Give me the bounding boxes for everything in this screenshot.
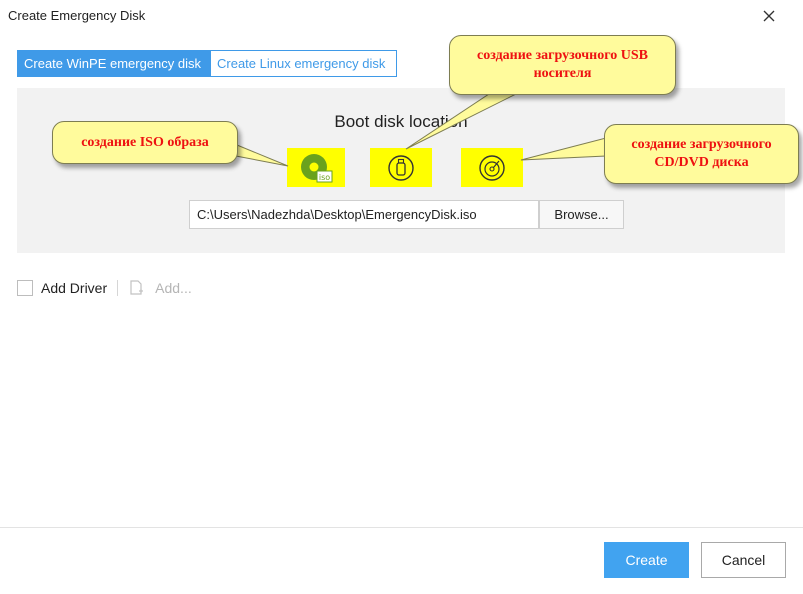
callout-usb-line2: носителя bbox=[533, 66, 592, 81]
add-driver-checkbox[interactable] bbox=[17, 280, 33, 296]
iso-badge-text: iso bbox=[319, 173, 330, 182]
cd-dvd-disc-icon bbox=[479, 154, 505, 181]
iso-disc-icon: iso bbox=[301, 153, 333, 182]
callout-usb: создание загрузочного USB носителя bbox=[449, 35, 676, 95]
callout-iso: создание ISO образа bbox=[52, 121, 238, 164]
tab-linux[interactable]: Create Linux emergency disk bbox=[211, 50, 397, 77]
browse-button[interactable]: Browse... bbox=[539, 200, 624, 229]
separator bbox=[117, 280, 119, 296]
usb-option-button[interactable] bbox=[370, 148, 432, 187]
footer-divider bbox=[0, 527, 803, 528]
callout-cd: создание загрузочного CD/DVD диска bbox=[604, 124, 799, 184]
boot-path-input[interactable] bbox=[189, 200, 539, 229]
create-button[interactable]: Create bbox=[604, 542, 689, 578]
tab-winpe[interactable]: Create WinPE emergency disk bbox=[17, 50, 211, 77]
tab-bar: Create WinPE emergency disk Create Linux… bbox=[17, 50, 397, 77]
usb-drive-icon bbox=[388, 154, 414, 181]
title-bar: Create Emergency Disk bbox=[0, 0, 803, 32]
window-title: Create Emergency Disk bbox=[8, 8, 146, 23]
close-icon bbox=[763, 10, 775, 22]
callout-usb-line1: создание загрузочного USB bbox=[477, 48, 648, 63]
add-driver-label[interactable]: Add Driver bbox=[41, 280, 107, 296]
callout-cd-line2: CD/DVD диска bbox=[654, 155, 749, 170]
callout-cd-line1: создание загрузочного bbox=[631, 137, 772, 152]
cd-dvd-option-button[interactable] bbox=[461, 148, 523, 187]
cancel-button[interactable]: Cancel bbox=[701, 542, 786, 578]
add-driver-row: Add Driver Add... bbox=[17, 278, 192, 298]
close-button[interactable] bbox=[756, 5, 782, 27]
add-driver-link[interactable]: Add... bbox=[155, 280, 192, 296]
add-file-icon bbox=[129, 279, 145, 297]
callout-iso-text: создание ISO образа bbox=[81, 134, 209, 150]
iso-option-button[interactable]: iso bbox=[287, 148, 345, 187]
